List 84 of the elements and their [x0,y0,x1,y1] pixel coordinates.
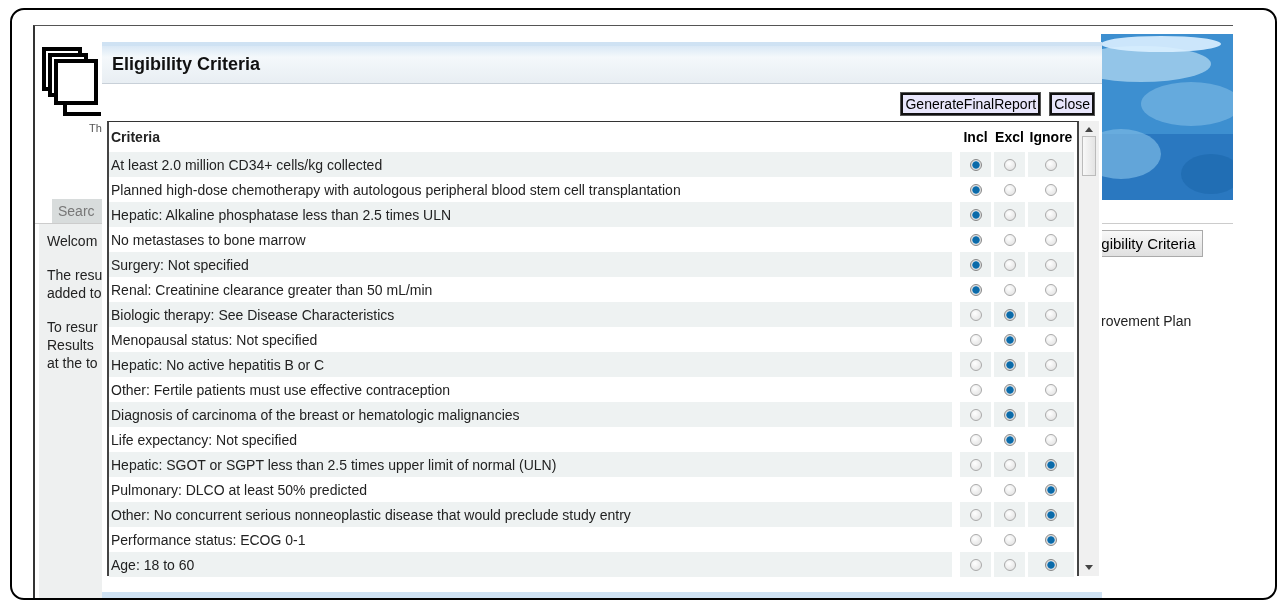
scroll-down-icon[interactable] [1085,565,1093,570]
radio-button[interactable] [1003,458,1016,471]
radio-button[interactable] [1003,333,1016,346]
criterion-text: Diagnosis of carcinoma of the breast or hematologic malignancies [109,402,952,427]
plan-link[interactable]: rovement Plan [1101,313,1192,329]
scrollbar-thumb[interactable] [1082,136,1096,176]
column-header: Incl [962,129,989,145]
criterion-text: Biologic therapy: See Disease Characteristics [109,302,952,327]
radio-button[interactable] [969,408,982,421]
criterion-text: Life expectancy: Not specified [110,430,298,450]
radio-button[interactable] [1003,558,1016,571]
radio-button[interactable] [1045,283,1057,296]
panel-text: Welcom [47,232,98,250]
radio-button[interactable] [1045,408,1057,421]
radio-button[interactable] [969,258,982,271]
logo-caption: Th [89,122,103,134]
radio-button[interactable] [969,558,982,571]
radio-button[interactable] [969,433,982,446]
criterion-text: Surgery: Not specified [109,252,952,277]
radio-button[interactable] [969,533,982,546]
scrollbar-track[interactable] [1079,121,1099,576]
radio-button[interactable] [1003,183,1016,196]
radio-button[interactable] [1045,483,1057,496]
criterion-text: At least 2.0 million CD34+ cells/kg collected [109,152,952,177]
radio-button[interactable] [1045,233,1057,246]
radio-button[interactable] [1003,433,1016,446]
dialog-button[interactable]: GenerateFinalReport [901,93,1041,115]
radio-button[interactable] [1045,358,1057,371]
radio-button[interactable] [969,183,982,196]
column-header: Ignore [1028,129,1074,145]
radio-button[interactable] [969,208,982,221]
radio-button[interactable] [969,283,982,296]
criterion-text: Pulmonary: DLCO at least 50% predicted [110,480,368,500]
criterion-text: Renal: Creatinine clearance greater than 50 mL/min [110,280,434,300]
radio-button[interactable] [1003,208,1016,221]
radio-button[interactable] [1045,333,1057,346]
radio-button[interactable] [1045,383,1057,396]
radio-button[interactable] [1045,208,1057,221]
radio-button[interactable] [969,483,982,496]
radio-button[interactable] [1045,558,1057,571]
radio-button[interactable] [1045,458,1057,471]
panel-text: The resu added to [47,266,103,302]
radio-button[interactable] [1045,308,1057,321]
radio-button[interactable] [969,233,982,246]
criterion-text: Hepatic: No active hepatitis B or C [109,352,952,377]
radio-button[interactable] [1003,358,1016,371]
radio-button[interactable] [1003,508,1016,521]
radio-button[interactable] [1003,258,1016,271]
radio-button[interactable] [1003,483,1016,496]
criterion-text: Menopausal status: Not specified [110,330,319,350]
radio-button[interactable] [1003,158,1016,171]
radio-button[interactable] [1045,508,1057,521]
radio-button[interactable] [1045,258,1057,271]
radio-button[interactable] [969,358,982,371]
radio-button[interactable] [1003,308,1016,321]
radio-button[interactable] [1045,533,1057,546]
radio-button[interactable] [1003,408,1016,421]
scroll-up-icon[interactable] [1085,127,1093,132]
radio-button[interactable] [969,458,982,471]
radio-button[interactable] [969,333,982,346]
radio-button[interactable] [1045,158,1057,171]
dialog-button[interactable]: Close [1050,93,1094,115]
radio-button[interactable] [1003,283,1016,296]
radio-button[interactable] [1003,233,1016,246]
criterion-text: Other: Fertile patients must use effective contraception [110,380,452,400]
radio-button[interactable] [1003,533,1016,546]
criterion-text: Performance status: ECOG 0-1 [110,530,307,550]
criterion-text: Planned high-dose chemotherapy with autologous peripheral blood stem cell transplantation [110,180,682,200]
radio-button[interactable] [1045,183,1057,196]
radio-button[interactable] [1003,383,1016,396]
radio-button[interactable] [969,383,982,396]
criterion-text: No metastases to bone marrow [110,230,307,250]
radio-button[interactable] [969,308,982,321]
criterion-text: Hepatic: SGOT or SGPT less than 2.5 times upper limit of normal (ULN) [109,452,952,477]
radio-button[interactable] [969,508,982,521]
criterion-text: Age: 18 to 60 [109,552,952,577]
column-header: Criteria [110,128,162,147]
radio-button[interactable] [1045,433,1057,446]
dialog-title: Eligibility Criteria [112,54,261,75]
criterion-text: Other: No concurrent serious nonneoplastic disease that would preclude study entry [109,502,952,527]
panel-text: To resur Results at the to [47,318,98,372]
criterion-text: Hepatic: Alkaline phosphatase less than 2.5 times ULN [109,202,952,227]
column-header: Excl [994,129,1025,145]
radio-button[interactable] [969,158,982,171]
